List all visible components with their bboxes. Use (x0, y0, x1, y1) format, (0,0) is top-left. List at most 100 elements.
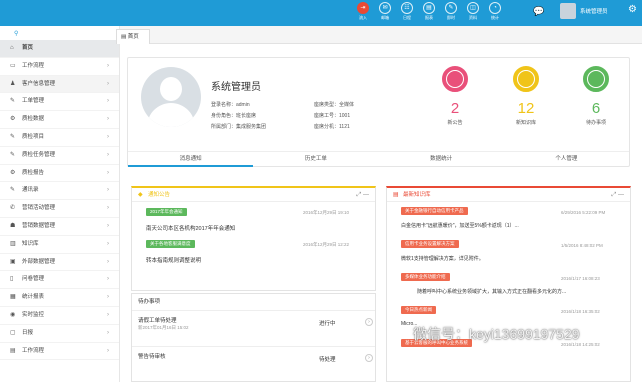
sidebar-item-qc-report[interactable]: ⚙ 质检报告 › (0, 165, 119, 183)
todo-row[interactable]: 警告待审核 待处理 › (132, 346, 375, 374)
list-item[interactable]: 多媒体业务功能介绍 (401, 273, 450, 281)
panel-title: 通知公告 (148, 192, 171, 198)
list-item[interactable]: 关于金融银行自动信用卡产品 (401, 207, 468, 215)
shortcut-mail[interactable]: ✉ 邮箱 (374, 1, 396, 20)
knowledge-text[interactable]: 白金信用卡"远航惠暖价"，加送至5%额卡返现（1）... (401, 222, 519, 229)
sidebar-item-marketing-data[interactable]: ☗ 营销数据管理 › (0, 218, 119, 236)
report-icon: ▤ (423, 2, 435, 14)
sidebar-item-qc-project[interactable]: ✎ 质检项目 › (0, 129, 119, 147)
cabinet-icon: ▢ (10, 329, 16, 336)
chevron-right-icon: › (107, 205, 109, 212)
doc-icon: ▯ (10, 276, 14, 283)
chevron-right-icon[interactable]: › (365, 354, 373, 362)
knowledge-text[interactable]: 微软1支持管理解决方案，详见附件。 (401, 255, 484, 262)
panel-title: 最新知识库 (403, 192, 431, 198)
todo-row[interactable]: 请假工单待处理 新2017年01月16日 15:02 进行中 › (132, 310, 375, 338)
shortcut-label: 统计 (491, 15, 499, 20)
sidebar-item-tickets[interactable]: ✎ 工单管理 › (0, 93, 119, 112)
shortcut-label: 流入 (359, 15, 367, 20)
panel-tools[interactable]: ⤢ — (612, 188, 624, 202)
sidebar-item-home[interactable]: ⌂ 首页 (0, 40, 119, 58)
book-icon (513, 66, 539, 92)
knowledge-date: 2016/1/18 16:35:02 (561, 309, 600, 314)
stat-knowledge[interactable]: 12 新知识库 (496, 66, 556, 126)
notice-tag: 关于各地客服满意度 (146, 240, 195, 248)
sidebar-item-label: 工作流程 (22, 62, 45, 69)
shortcut-label: 报表 (425, 15, 433, 20)
sidebar-item-external[interactable]: ▣ 外部数据管理 › (0, 254, 119, 272)
edit-icon: ✎ (10, 187, 16, 194)
tab-home[interactable]: ▤ 首页 (116, 29, 150, 44)
stat-announcements[interactable]: 2 新公告 (425, 66, 485, 126)
search-icon[interactable]: ⚲ (0, 26, 119, 40)
user-avatar[interactable] (560, 3, 576, 19)
sidebar-item-label: 外部数据管理 (22, 258, 56, 265)
sidebar-item-label: 质检项目 (22, 133, 45, 140)
sidebar-item-label: 知识库 (22, 240, 39, 247)
shortcut-instant[interactable]: ✎ 即时 (440, 1, 462, 20)
shortcut-stats[interactable]: ◔ 统计 (484, 1, 506, 20)
chat-icon[interactable]: 💬 (533, 6, 546, 16)
shortcut-inflow[interactable]: ⇥ 流入 (352, 1, 374, 20)
profile-card: 系统管理员 登录名称：admin 身份角色：班长座席 所属部门：集成服务集团 座… (127, 57, 630, 167)
edit-icon (583, 66, 609, 92)
chevron-right-icon: › (107, 151, 109, 158)
stat-label: 待办事项 (585, 120, 606, 126)
tab-messages[interactable]: 消息通知 (128, 152, 254, 167)
list-item[interactable]: 今日热点新闻 (401, 306, 436, 314)
tab-history-tickets[interactable]: 历史工单 (253, 152, 378, 167)
sidebar-item-qc-data[interactable]: ⚙ 质检数据 › (0, 111, 119, 129)
shortcut-report[interactable]: ▤ 报表 (418, 1, 440, 20)
chevron-right-icon[interactable]: › (365, 318, 373, 326)
sidebar-item-label: 客户信息管理 (22, 80, 56, 87)
knowledge-date: 1/5/2016 8:48:02 PM (561, 243, 603, 248)
chevron-right-icon: › (107, 98, 109, 105)
sidebar-item-survey[interactable]: ▯ 问卷管理 › (0, 271, 119, 290)
top-bar: ⇥ 流入 ✉ 邮箱 ☷ 日程 ▤ 报表 ✎ 即时 ◫ 资料 ◔ 统计 💬 系统管理员 ⚙ (0, 0, 642, 26)
list-item[interactable]: 关于各地客服满意度 (146, 240, 195, 248)
knowledge-date: 6/29/2016 5:22:09 PM (561, 210, 606, 215)
tab-label: 首页 (127, 34, 139, 40)
stat-todos[interactable]: 6 待办事项 (566, 66, 626, 126)
agent-extension: 座席分机：1121 (314, 124, 350, 130)
list-item[interactable]: 信用卡业务设置解决方案 (401, 240, 459, 248)
user-name[interactable]: 系统管理员 (580, 7, 608, 15)
sidebar-item-monitor[interactable]: ◉ 实时监控 › (0, 307, 119, 325)
profile-tabs: 消息通知 历史工单 数据统计 个人管理 (128, 151, 629, 167)
sidebar-item-label: 工单管理 (22, 98, 45, 105)
stat-label: 新公告 (447, 120, 463, 126)
stat-value: 6 (591, 100, 601, 117)
notice-text[interactable]: 南天公司本区各机构2017年年会通知 (146, 224, 235, 232)
department: 所属部门：集成服务集团 (211, 124, 267, 130)
sidebar-item-workflow-2[interactable]: ▤ 工作流程 › (0, 343, 119, 361)
stat-value: 2 (450, 100, 460, 117)
sidebar-item-marketing[interactable]: ✆ 营销活动管理 › (0, 200, 119, 218)
chevron-right-icon: › (107, 116, 109, 123)
sidebar-item-qc-task[interactable]: ✎ 质检任务管理 › (0, 147, 119, 165)
sidebar-item-contacts[interactable]: ✎ 通讯录 › (0, 182, 119, 201)
knowledge-header: ▤ 最新知识库 ⤢ — (387, 188, 630, 202)
sidebar-item-daily[interactable]: ▢ 日报 › (0, 325, 119, 343)
chevron-right-icon: › (107, 169, 109, 176)
sidebar-item-reports[interactable]: ▦ 统计报表 › (0, 289, 119, 307)
sidebar-item-knowledge[interactable]: ▥ 知识库 › (0, 236, 119, 254)
tab-data-stats[interactable]: 数据统计 (379, 152, 504, 167)
agent-type: 座席类型：全媒体 (314, 102, 355, 108)
list-item[interactable]: 2017年年会通知 (146, 208, 187, 216)
shortcut-data[interactable]: ◫ 资料 (462, 1, 484, 20)
sidebar-item-label: 问卷管理 (22, 276, 45, 283)
gear-icon[interactable]: ⚙ (628, 4, 637, 15)
lock-icon: ▣ (10, 258, 16, 265)
sidebar-item-label: 质检任务管理 (22, 151, 56, 158)
tab-personal[interactable]: 个人管理 (504, 152, 629, 167)
knowledge-text[interactable]: 随着呼叫中心系统业务领域扩大，其输入方式正在翻看多元化的方... (417, 288, 566, 295)
sidebar-item-workflow[interactable]: ▭ 工作流程 › (0, 58, 119, 76)
inflow-icon: ⇥ (357, 2, 369, 14)
panel-tools[interactable]: ⤢ — (357, 188, 369, 202)
sidebar-item-customer[interactable]: ♟ 客户信息管理 › (0, 75, 119, 94)
tab-strip (120, 26, 642, 44)
notice-text[interactable]: 转本指南规则调整说明 (146, 256, 201, 264)
cogs-icon: ⚙ (10, 169, 16, 176)
shortcut-calendar[interactable]: ☷ 日程 (396, 1, 418, 20)
sidebar-item-label: 日报 (22, 329, 34, 336)
